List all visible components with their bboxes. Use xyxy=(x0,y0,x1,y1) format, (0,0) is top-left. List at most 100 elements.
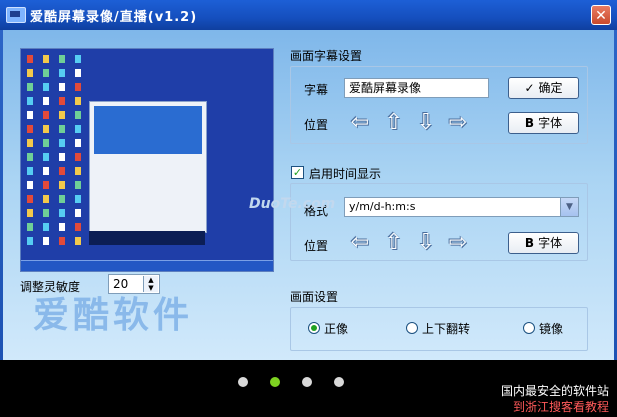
time-down-arrow-icon[interactable]: ⇩ xyxy=(414,232,438,254)
radio-mirror-label[interactable]: 镜像 xyxy=(539,320,563,337)
caption-input[interactable]: 爱酷屏幕录像 xyxy=(344,78,489,98)
stepper-controls: ▲ ▼ xyxy=(143,276,158,292)
pager-dot-2[interactable] xyxy=(270,377,280,387)
desktop-icon xyxy=(43,55,49,63)
desktop-icon xyxy=(43,111,49,119)
desktop-icon xyxy=(27,153,33,161)
desktop-icon xyxy=(43,237,49,245)
desktop-icon xyxy=(75,237,81,245)
pager-dot-4[interactable] xyxy=(334,377,344,387)
desktop-icon xyxy=(59,181,65,189)
desktop-icon xyxy=(43,181,49,189)
desktop-icon xyxy=(75,111,81,119)
desktop-icon xyxy=(27,209,33,217)
title-bar[interactable]: 爱酷屏幕录像/直播(v1.2) ✕ xyxy=(0,0,617,30)
pager-dot-1[interactable] xyxy=(238,377,248,387)
desktop-icon xyxy=(43,83,49,91)
desktop-icon xyxy=(27,195,33,203)
sensitivity-value[interactable]: 20 xyxy=(113,277,128,291)
desktop-icon xyxy=(43,209,49,217)
desktop-icon xyxy=(59,167,65,175)
time-right-arrow-icon[interactable]: ⇨ xyxy=(446,232,470,254)
radio-normal-label[interactable]: 正像 xyxy=(324,320,348,337)
desktop-icon xyxy=(27,97,33,105)
time-format-select[interactable]: y/m/d-h:m:s ▼ xyxy=(344,197,579,217)
pager-dot-3[interactable] xyxy=(302,377,312,387)
close-button[interactable]: ✕ xyxy=(591,5,611,25)
desktop-icon xyxy=(75,153,81,161)
enable-time-label[interactable]: 启用时间显示 xyxy=(309,165,381,182)
desktop-icon xyxy=(27,111,33,119)
desktop-icon xyxy=(27,223,33,231)
caption-label: 字幕 xyxy=(304,83,329,97)
time-font-label: 字体 xyxy=(538,236,563,250)
preview-taskbar xyxy=(21,260,273,271)
footer-line-1: 国内最安全的软件站 xyxy=(500,384,609,398)
desktop-icon xyxy=(75,209,81,217)
caption-down-arrow-icon[interactable]: ⇩ xyxy=(414,112,438,134)
time-format-value: y/m/d-h:m:s xyxy=(349,200,416,213)
caption-position-label: 位置 xyxy=(304,118,329,132)
caption-left-arrow-icon[interactable]: ⇦ xyxy=(348,112,372,134)
desktop-icon xyxy=(59,153,65,161)
radio-flip-vertical[interactable] xyxy=(406,322,418,334)
desktop-icon xyxy=(43,125,49,133)
desktop-icon xyxy=(59,69,65,77)
desktop-icon xyxy=(59,55,65,63)
desktop-icon xyxy=(59,237,65,245)
footer-line-2: 到浙江搜客看教程 xyxy=(512,400,609,414)
caption-settings-title: 画面字幕设置 xyxy=(290,49,363,63)
desktop-icon xyxy=(27,83,33,91)
preview-window xyxy=(89,101,207,233)
desktop-icon xyxy=(59,223,65,231)
desktop-icon xyxy=(27,167,33,175)
confirm-button[interactable]: ✓ 确定 xyxy=(508,77,579,99)
radio-mirror[interactable] xyxy=(523,322,535,334)
chevron-down-icon[interactable]: ▼ xyxy=(560,198,578,216)
desktop-icon xyxy=(27,139,33,147)
caption-up-arrow-icon[interactable]: ⇧ xyxy=(382,112,406,134)
radio-flip-vertical-label[interactable]: 上下翻转 xyxy=(422,320,470,337)
desktop-icon xyxy=(75,97,81,105)
preview-dark-band xyxy=(89,231,205,245)
desktop-icon xyxy=(43,153,49,161)
stepper-down-icon[interactable]: ▼ xyxy=(144,284,158,292)
desktop-icon xyxy=(75,83,81,91)
bold-icon: B xyxy=(524,116,535,130)
desktop-icon xyxy=(59,125,65,133)
enable-time-checkbox[interactable]: ✓ xyxy=(291,166,304,179)
caption-right-arrow-icon[interactable]: ⇨ xyxy=(446,112,470,134)
main-panel: 爱酷软件 调整灵敏度 20 ▲ ▼ 画面字幕设置 字幕 爱酷屏幕录像 ✓ 确定 位… xyxy=(3,30,614,360)
desktop-icon xyxy=(43,69,49,77)
caption-font-button[interactable]: B 字体 xyxy=(508,112,579,134)
app-icon xyxy=(6,7,26,23)
bold-icon: B xyxy=(524,236,535,250)
sensitivity-stepper[interactable]: 20 ▲ ▼ xyxy=(108,274,160,294)
desktop-icon xyxy=(75,223,81,231)
window-title: 爱酷屏幕录像/直播(v1.2) xyxy=(30,10,198,25)
desktop-icon xyxy=(43,167,49,175)
time-left-arrow-icon[interactable]: ⇦ xyxy=(348,232,372,254)
desktop-icon xyxy=(75,195,81,203)
time-position-label: 位置 xyxy=(304,239,329,253)
sensitivity-label: 调整灵敏度 xyxy=(20,280,81,294)
desktop-icon xyxy=(27,181,33,189)
site-watermark: DuoTe.com xyxy=(249,196,336,212)
desktop-icon xyxy=(59,97,65,105)
picture-settings-title: 画面设置 xyxy=(290,290,339,304)
desktop-icon xyxy=(27,125,33,133)
radio-normal[interactable] xyxy=(308,322,320,334)
desktop-icon xyxy=(75,69,81,77)
desktop-icon xyxy=(75,181,81,189)
desktop-icon xyxy=(27,69,33,77)
desktop-icon xyxy=(59,83,65,91)
preview-window-header xyxy=(94,106,202,154)
desktop-icon xyxy=(27,55,33,63)
desktop-icon xyxy=(75,125,81,133)
desktop-icon xyxy=(43,139,49,147)
time-up-arrow-icon[interactable]: ⇧ xyxy=(382,232,406,254)
desktop-icon xyxy=(75,55,81,63)
desktop-icon xyxy=(59,111,65,119)
time-font-button[interactable]: B 字体 xyxy=(508,232,579,254)
desktop-icon xyxy=(43,195,49,203)
